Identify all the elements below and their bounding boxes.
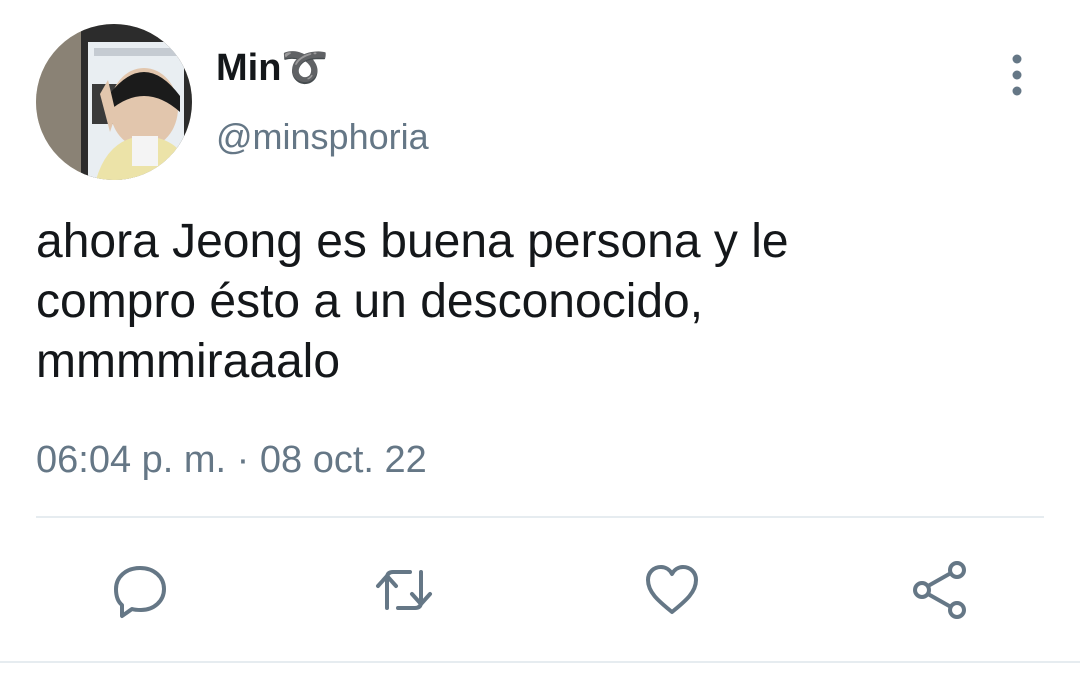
reply-icon	[114, 566, 166, 618]
divider	[36, 516, 1044, 518]
tweet-text: ahora Jeong es buena persona y le compro…	[36, 215, 789, 388]
retweet-button[interactable]	[374, 560, 434, 620]
user-handle[interactable]: @minsphoria	[216, 116, 429, 158]
more-vertical-icon[interactable]	[1000, 52, 1034, 98]
divider	[0, 661, 1080, 663]
avatar[interactable]	[36, 24, 192, 180]
reply-button[interactable]	[110, 560, 170, 620]
display-name[interactable]: Min➰	[216, 46, 329, 90]
tweet-timestamp[interactable]: 06:04 p. m. · 08 oct. 22	[36, 438, 427, 482]
heart-icon	[646, 565, 698, 614]
avatar-image	[36, 24, 192, 180]
like-button[interactable]	[642, 560, 702, 620]
retweet-icon	[376, 570, 432, 610]
share-button[interactable]	[910, 560, 970, 620]
share-icon	[913, 561, 966, 619]
